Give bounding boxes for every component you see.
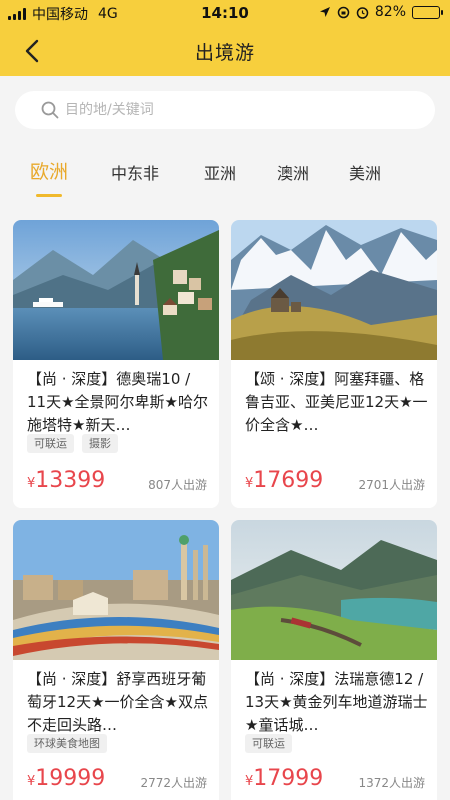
product-title: 【尚 · 深度】舒享西班牙葡萄牙12天★一价全含★双点不走回头路… [27,670,208,734]
tag-label: 环球美食地图 [27,734,107,753]
battery-percent: 82% [374,4,406,20]
product-card[interactable]: 【尚 · 深度】法瑞意德12 / 13天★黄金列车地道游瑞士★童话城… 可联运 … [231,520,437,800]
travelers-count: 2701人出游 [358,478,425,492]
app-header: 中国移动 4G 14:10 82% 出境游 [0,0,450,76]
search-icon [41,101,59,119]
tag-label: 摄影 [82,434,118,453]
alarm-icon [356,6,369,19]
status-bar: 中国移动 4G 14:10 82% [0,0,450,26]
location-icon [319,7,330,17]
travelers-count: 1372人出游 [358,776,425,790]
page-title: 出境游 [194,42,255,64]
search-input[interactable] [65,91,415,129]
product-tags: 环球美食地图 [27,734,107,753]
product-price: ¥17699 [245,468,324,493]
tag-label: 可联运 [27,434,74,453]
product-image [13,520,219,660]
rotation-lock-icon [337,6,350,18]
product-card[interactable]: 【尚 · 深度】舒享西班牙葡萄牙12天★一价全含★双点不走回头路… 环球美食地图… [13,520,219,800]
tab-asia[interactable]: 亚洲 [204,160,236,204]
tab-europe[interactable]: 欧洲 [30,157,68,201]
tab-oceania[interactable]: 澳洲 [277,160,309,204]
product-price: ¥19999 [27,766,106,791]
search-bar[interactable] [15,91,435,129]
tab-americas[interactable]: 美洲 [349,160,381,204]
product-title: 【尚 · 深度】德奥瑞10 / 11天★全景阿尔卑斯★哈尔施塔特★新天… [27,370,208,434]
product-price: ¥13399 [27,468,106,493]
product-tags: 可联运 摄影 [27,434,118,453]
product-image [231,520,437,660]
region-tabs: 欧洲 中东非 亚洲 澳洲 美洲 [0,160,450,204]
product-card[interactable]: 【颂 · 深度】阿塞拜疆、格鲁吉亚、亚美尼亚12天★一价全含★… ¥17699 … [231,220,437,508]
tag-label: 可联运 [245,734,292,753]
product-title: 【尚 · 深度】法瑞意德12 / 13天★黄金列车地道游瑞士★童话城… [245,670,428,734]
battery-icon [412,5,443,19]
product-image [231,220,437,360]
product-image [13,220,219,360]
product-card[interactable]: 【尚 · 深度】德奥瑞10 / 11天★全景阿尔卑斯★哈尔施塔特★新天… 可联运… [13,220,219,508]
product-tags: 可联运 [245,734,292,753]
tab-middle-east-africa[interactable]: 中东非 [111,160,159,204]
product-title: 【颂 · 深度】阿塞拜疆、格鲁吉亚、亚美尼亚12天★一价全含★… [245,370,428,434]
product-price: ¥17999 [245,766,324,791]
travelers-count: 2772人出游 [140,776,207,790]
travelers-count: 807人出游 [148,478,207,492]
